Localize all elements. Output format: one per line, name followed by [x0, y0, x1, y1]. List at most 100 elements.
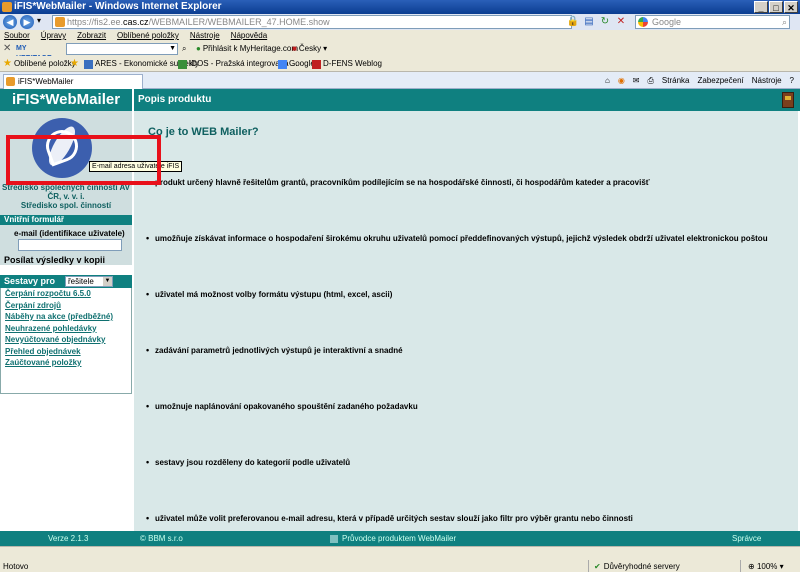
app-header: iFIS*WebMailer Popis produktu — [0, 89, 800, 111]
report-link-zauctovane[interactable]: Zaúčtované položky — [1, 357, 131, 369]
menu-file[interactable]: Soubor — [4, 30, 30, 42]
fav-google[interactable]: Google — [278, 56, 315, 72]
fav-dfens-icon — [312, 59, 321, 69]
sidebar: Středisko společných činností AV ČR, v. … — [0, 111, 132, 531]
toolbar-search-combo[interactable] — [66, 43, 178, 55]
tab-bar: iFIS*WebMailer ⌂ ◉ ✉ ⎙ Stránka Zabezpeče… — [0, 72, 800, 89]
tab-label: iFIS*WebMailer — [18, 77, 74, 86]
guide-link[interactable]: Průvodce produktem WebMailer — [330, 531, 456, 546]
book-icon[interactable] — [782, 92, 794, 108]
page-menu[interactable]: Stránka — [662, 72, 690, 89]
fav-google-icon — [278, 59, 287, 69]
lock-icon[interactable]: 🔒 — [566, 15, 580, 29]
user-panel-header: Vnitřní formulář — [0, 215, 132, 225]
search-placeholder: Google — [652, 17, 682, 27]
status-divider — [588, 560, 589, 572]
tools-menu[interactable]: Nástroje — [752, 72, 782, 89]
print-icon[interactable]: ⎙ — [648, 72, 654, 89]
org-logo-icon — [32, 118, 92, 178]
star-plus-icon: ★ — [70, 58, 79, 69]
back-icon[interactable]: ◀ — [3, 15, 17, 29]
maximize-button[interactable]: □ — [769, 1, 783, 13]
compat-icon[interactable]: ▤ — [582, 15, 596, 29]
list-item: umožňuje získávat informace o hospodařen… — [146, 233, 768, 243]
zoom-level[interactable]: ⊕ 100% ▾ — [748, 560, 784, 572]
czech-flag-icon: ■ — [292, 44, 297, 53]
close-button[interactable]: ✕ — [784, 1, 798, 13]
fav-dfens[interactable]: D-FENS Weblog — [312, 56, 382, 72]
favorites-bar: ★ Oblíbené položky ★ ARES - Ekonomické s… — [0, 56, 800, 72]
list-item: produkt určený hlavně řešitelům grantů, … — [146, 177, 650, 187]
minimize-button[interactable]: _ — [754, 1, 768, 13]
url-input[interactable]: https://fis2.ee.cas.cz/WEBMAILER/WEBMAIL… — [52, 15, 572, 29]
url-scheme: https:// — [67, 17, 95, 27]
fav-dfens-label: D-FENS Weblog — [323, 59, 382, 68]
security-menu[interactable]: Zabezpečení — [697, 72, 743, 89]
feeds-icon[interactable]: ◉ — [618, 72, 625, 89]
signin-icon: ● — [196, 44, 201, 53]
report-link-rozpocet[interactable]: Čerpání rozpočtu 6.5.0 — [1, 288, 131, 300]
list-item: zadávání parametrů jednotlivých výstupů … — [146, 345, 403, 355]
brand-title: iFIS*WebMailer — [0, 89, 132, 111]
content-title: Co je to WEB Mailer? — [148, 126, 259, 138]
tab-favicon-icon — [6, 77, 15, 86]
report-link-nabehy[interactable]: Náběhy na akce (předběžné) — [1, 311, 131, 323]
favorites-label: Oblíbené položky — [13, 59, 76, 68]
menu-bar: Soubor Úpravy Zobrazit Oblíbené položky … — [0, 30, 800, 42]
email-field[interactable] — [18, 239, 122, 251]
report-link-zdroje[interactable]: Čerpání zdrojů — [1, 300, 131, 312]
page-title: Popis produktu — [132, 89, 800, 111]
window-titlebar: iFIS*WebMailer - Windows Internet Explor… — [0, 0, 800, 14]
menu-tools[interactable]: Nástroje — [190, 30, 220, 42]
menu-help[interactable]: Nápověda — [231, 30, 267, 42]
search-input[interactable]: Google ⌕ — [635, 15, 790, 29]
security-zone-label: Důvěryhodné servery — [603, 562, 680, 571]
list-item: sestavy jsou rozděleny do kategorií podl… — [146, 457, 350, 467]
fav-ares-icon — [84, 59, 93, 69]
fav-google-label: Google — [289, 59, 315, 68]
forward-icon[interactable]: ▶ — [20, 15, 34, 29]
webmailer-app: iFIS*WebMailer Popis produktu Středisko … — [0, 89, 800, 558]
favorites-button[interactable]: ★ Oblíbené položky — [3, 56, 76, 72]
toolbar-close-icon[interactable]: ✕ — [3, 42, 11, 56]
language-selector[interactable]: ■ Česky ▾ — [292, 42, 327, 56]
toolbar-search-icon[interactable]: ⌕ — [182, 42, 186, 56]
guide-label: Průvodce produktem WebMailer — [342, 534, 457, 543]
zoom-label: 100% — [756, 562, 778, 571]
page-title-text: Popis produktu — [138, 94, 212, 105]
mail-icon[interactable]: ✉ — [633, 72, 640, 89]
report-link-objednavky[interactable]: Přehled objednávek — [1, 346, 131, 358]
content-area: Co je to WEB Mailer? produkt určený hlav… — [134, 111, 798, 531]
role-select[interactable]: řešitele — [65, 276, 113, 287]
security-zone[interactable]: ✔ Důvěryhodné servery — [594, 560, 680, 572]
status-bar: Hotovo ✔ Důvěryhodné servery ⊕ 100% ▾ — [0, 546, 800, 572]
user-panel: Vnitřní formulář e-mail (identifikace už… — [0, 215, 132, 265]
role-select-value: řešitele — [68, 277, 94, 286]
address-actions: 🔒 ▤ ↻ ✕ — [566, 15, 628, 29]
menu-view[interactable]: Zobrazit — [77, 30, 106, 42]
status-text: Hotovo — [3, 562, 29, 571]
refresh-icon[interactable]: ↻ — [598, 15, 612, 29]
stop-icon[interactable]: ✕ — [614, 15, 628, 29]
nav-dropdown-icon[interactable]: ▾ — [37, 16, 41, 25]
help-menu[interactable]: ? — [790, 72, 794, 89]
search-icon[interactable]: ⌕ — [782, 16, 787, 28]
add-favorite-icon[interactable]: ★ — [70, 56, 79, 72]
reports-header: Sestavy pro řešitele — [0, 275, 132, 288]
menu-favorites[interactable]: Oblíbené položky — [117, 30, 179, 42]
star-icon: ★ — [3, 58, 12, 69]
addon-toolbar: ✕ MY HERITAGE ⌕ ● Přihlásit k MyHeritage… — [0, 42, 800, 62]
tab-webmailer[interactable]: iFIS*WebMailer — [3, 74, 143, 89]
org-name-line2: ČR, v. v. i. — [47, 192, 85, 201]
email-label: e-mail (identifikace uživatele) — [14, 229, 125, 238]
google-icon — [638, 17, 648, 27]
copyright-text: © BBM s.r.o — [140, 534, 183, 543]
reports-label: Sestavy pro — [4, 276, 56, 286]
report-link-nevyuctovane[interactable]: Nevyúčtované objednávky — [1, 334, 131, 346]
signin-link[interactable]: ● Přihlásit k MyHeritage.com — [196, 42, 298, 56]
menu-edit[interactable]: Úpravy — [41, 30, 66, 42]
report-link-pohledavky[interactable]: Neuhrazené pohledávky — [1, 323, 131, 335]
fav-idos-icon — [178, 59, 187, 69]
home-icon[interactable]: ⌂ — [605, 72, 610, 89]
email-tooltip: E-mail adresa uživatele iFIS — [89, 161, 183, 172]
